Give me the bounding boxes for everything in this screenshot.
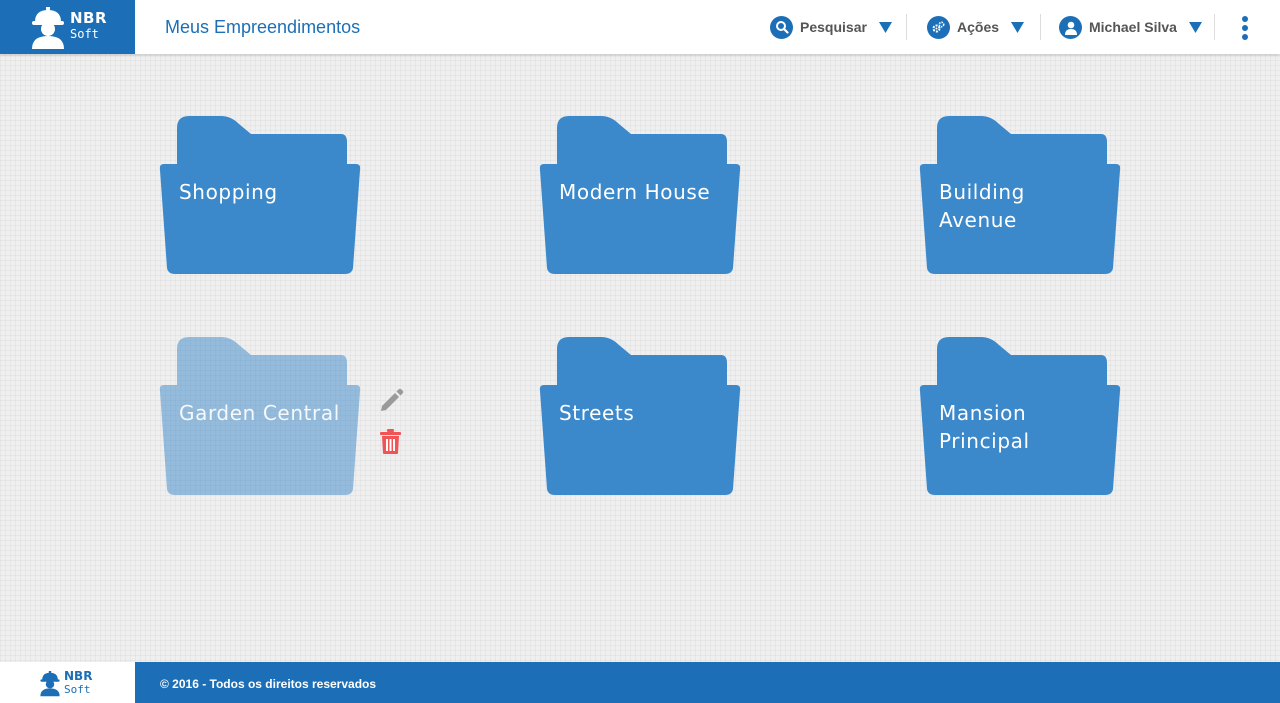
actions-menu[interactable]: Ações bbox=[927, 14, 1025, 40]
brand-logo[interactable]: NBR Soft bbox=[0, 0, 135, 54]
page-title: Meus Empreendimentos bbox=[165, 17, 361, 37]
brand-name: NBR bbox=[70, 9, 108, 27]
user-menu[interactable]: Michael Silva bbox=[1059, 14, 1202, 40]
user-icon bbox=[1059, 15, 1082, 39]
worker-logo-icon bbox=[40, 671, 60, 697]
trash-icon[interactable] bbox=[379, 428, 402, 455]
search-menu[interactable]: Pesquisar bbox=[770, 14, 892, 40]
header-divider bbox=[1040, 14, 1041, 40]
footer-brand-name: NBR bbox=[64, 669, 93, 683]
folder-item[interactable]: Streets bbox=[539, 335, 741, 497]
user-name: Michael Silva bbox=[1089, 19, 1177, 35]
folder-name: Mansion Principal bbox=[939, 401, 1030, 453]
caret-down-icon bbox=[878, 21, 892, 33]
folder-name: Shopping bbox=[179, 180, 278, 204]
header-divider bbox=[906, 14, 907, 40]
pencil-icon[interactable] bbox=[378, 387, 405, 414]
caret-down-icon bbox=[1188, 21, 1202, 33]
search-icon bbox=[770, 15, 793, 39]
folder-name: Building Avenue bbox=[939, 180, 1025, 232]
copyright-text: © 2016 - Todos os direitos reservados bbox=[160, 677, 377, 691]
folder-name: Garden Central bbox=[179, 401, 340, 425]
header-divider bbox=[1214, 14, 1215, 40]
folder-name: Modern House bbox=[559, 180, 711, 204]
folder-item[interactable]: Building Avenue bbox=[919, 114, 1121, 276]
actions-menu-label: Ações bbox=[957, 19, 1000, 35]
folder-item[interactable]: Shopping bbox=[159, 114, 361, 276]
caret-down-icon bbox=[1011, 21, 1025, 33]
kebab-menu-icon[interactable] bbox=[1238, 14, 1252, 42]
worker-logo-icon bbox=[32, 7, 64, 49]
footer-brand-logo: NBR Soft bbox=[0, 662, 135, 703]
folder-item[interactable]: Mansion Principal bbox=[919, 335, 1121, 497]
gears-icon bbox=[927, 15, 950, 39]
folder-item[interactable]: Garden Central bbox=[159, 335, 361, 497]
footer-brand-subname: Soft bbox=[64, 683, 91, 696]
footer: NBR Soft © 2016 - Todos os direitos rese… bbox=[0, 662, 1280, 703]
brand-subname: Soft bbox=[70, 27, 99, 41]
folder-name: Streets bbox=[559, 401, 635, 425]
folder-item[interactable]: Modern House bbox=[539, 114, 741, 276]
search-menu-label: Pesquisar bbox=[800, 19, 867, 35]
top-bar: NBR Soft Meus Empreendimentos Pesquisar … bbox=[0, 0, 1280, 54]
